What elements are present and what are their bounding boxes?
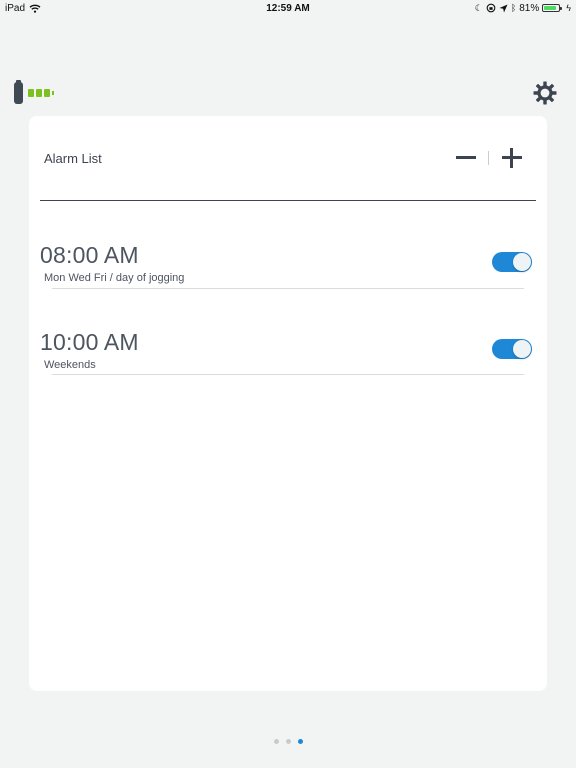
page-indicator[interactable] — [0, 739, 576, 744]
location-icon — [499, 4, 508, 12]
alarm-list-card: Alarm List 08:00 AM Mon Wed Fri / day of… — [29, 116, 547, 691]
alarm-item[interactable]: 08:00 AM Mon Wed Fri / day of jogging — [29, 232, 547, 318]
battery-percent: 81% — [519, 2, 540, 14]
alarm-time: 08:00 AM — [40, 242, 139, 268]
status-right: ☾ ᛒ 81% ϟ — [475, 2, 571, 14]
alarm-toggle[interactable] — [492, 339, 532, 359]
orientation-lock-icon — [486, 3, 496, 13]
page-dot[interactable] — [273, 739, 279, 744]
page-dot[interactable] — [297, 739, 303, 744]
remove-alarm-button[interactable] — [455, 147, 477, 169]
battery-level — [544, 6, 556, 10]
header-divider — [488, 151, 489, 165]
add-alarm-button[interactable] — [501, 147, 523, 169]
status-bar: iPad 12:59 AM ☾ ᛒ 81% ϟ — [0, 0, 576, 18]
bluetooth-icon: ᛒ — [510, 3, 517, 13]
alarm-label: Weekends — [44, 359, 96, 371]
alarm-item[interactable]: 10:00 AM Weekends — [29, 319, 547, 405]
alarm-list-header: Alarm List — [29, 116, 547, 202]
battery-icon — [542, 4, 563, 12]
header-rule — [40, 200, 536, 201]
alarm-toggle[interactable] — [492, 252, 532, 272]
alarm-list-title: Alarm List — [44, 151, 102, 166]
alarm-time: 10:00 AM — [40, 329, 139, 355]
battery-icon — [28, 89, 54, 97]
band-device-icon — [14, 80, 23, 104]
device-status[interactable] — [14, 80, 54, 104]
alarm-divider — [52, 374, 524, 375]
alarm-divider — [52, 288, 524, 289]
toggle-knob — [513, 253, 531, 271]
moon-icon: ☾ — [474, 3, 483, 13]
toggle-knob — [513, 340, 531, 358]
alarm-label: Mon Wed Fri / day of jogging — [44, 272, 185, 284]
charging-icon: ϟ — [566, 3, 571, 13]
gear-icon[interactable] — [533, 81, 557, 105]
page-dot[interactable] — [285, 739, 291, 744]
